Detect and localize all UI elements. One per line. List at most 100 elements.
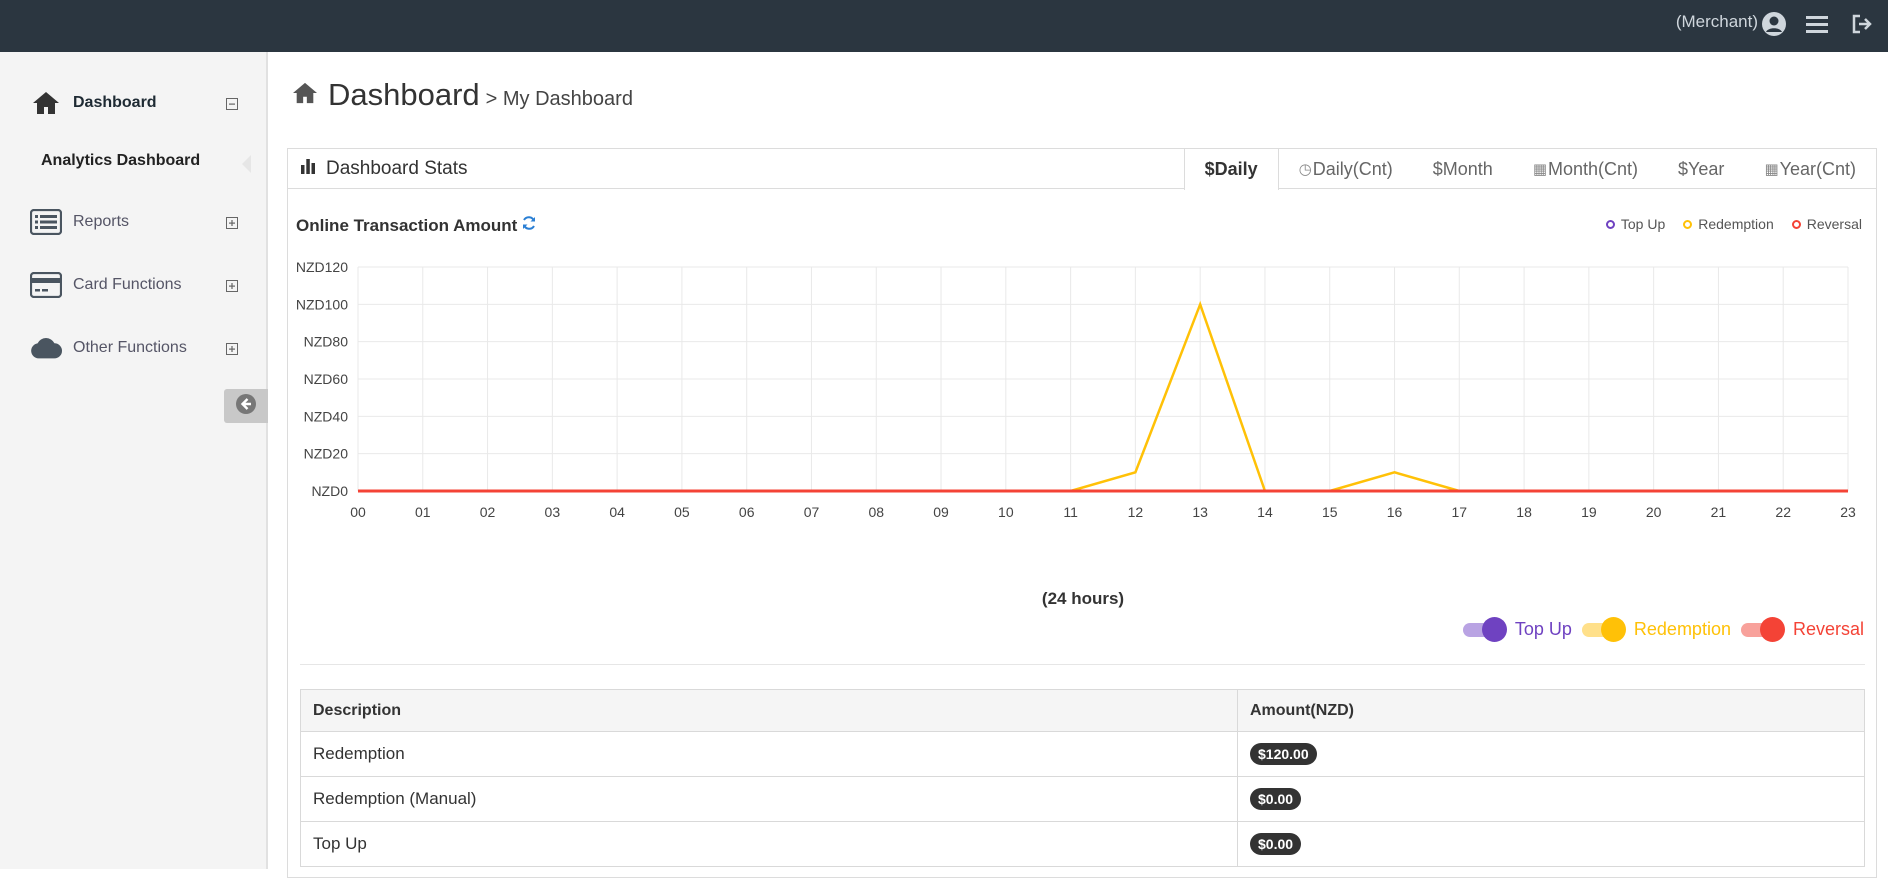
x-tick-label: 02 [480, 504, 496, 520]
legend-label: Reversal [1806, 216, 1862, 232]
merchant-label[interactable]: (Merchant) [1676, 12, 1758, 32]
legend-item-topup[interactable]: Top Up [1605, 216, 1666, 232]
x-tick-label: 20 [1646, 504, 1662, 520]
column-header-description: Description [300, 689, 1238, 732]
toggle-switch[interactable] [1462, 617, 1507, 642]
table-row: Top Up $0.00 [300, 821, 1865, 867]
y-tick-label: NZD100 [296, 296, 348, 312]
x-tick-label: 12 [1128, 504, 1144, 520]
legend-marker [1605, 219, 1615, 229]
collapse-minus-icon[interactable] [226, 97, 238, 110]
y-tick-label: NZD60 [304, 371, 349, 387]
x-tick-label: 01 [415, 504, 431, 520]
sidebar-item-label: Other Functions [73, 339, 187, 356]
x-tick-label: 16 [1387, 504, 1403, 520]
toggle-switch[interactable] [1581, 617, 1626, 642]
y-tick-label: NZD40 [304, 408, 349, 424]
cell-description: Top Up [300, 821, 1238, 867]
x-tick-label: 15 [1322, 504, 1338, 520]
sidebar-item-label: Card Functions [73, 276, 182, 293]
cloud-icon [30, 334, 62, 362]
hamburger-menu-icon[interactable] [1803, 10, 1831, 38]
cell-amount: $0.00 [1237, 821, 1865, 867]
active-caret [242, 155, 251, 173]
sidebar-item-label: Dashboard [73, 94, 157, 111]
dashboard-stats-panel: Dashboard Stats $Daily ◷ Daily(Cnt) $Mont… [287, 148, 1877, 878]
toggle-topup[interactable]: Top Up [1462, 617, 1572, 642]
x-tick-label: 17 [1452, 504, 1468, 520]
x-tick-label: 23 [1840, 504, 1856, 520]
sidebar-item-other-functions[interactable]: Other Functions [0, 326, 268, 370]
x-tick-label: 08 [868, 504, 884, 520]
tab-label: $Year [1678, 158, 1725, 179]
tab-daily-count[interactable]: ◷ Daily(Cnt) [1279, 149, 1413, 189]
x-tick-label: 05 [674, 504, 690, 520]
calendar-icon: ▦ [1764, 161, 1779, 178]
cell-amount: $120.00 [1237, 731, 1865, 777]
sidebar-item-reports[interactable]: Reports [0, 200, 268, 244]
home-icon [292, 81, 318, 110]
tab-daily-amount[interactable]: $Daily [1183, 149, 1279, 190]
panel-title: Dashboard Stats [300, 158, 468, 180]
logout-icon[interactable] [1848, 10, 1876, 38]
tab-label: Daily(Cnt) [1312, 158, 1393, 179]
table-row: Redemption $120.00 [300, 731, 1865, 777]
top-navbar: (Merchant) [0, 0, 1888, 52]
column-header-amount: Amount(NZD) [1237, 689, 1865, 732]
amount-badge: $120.00 [1250, 743, 1317, 765]
expand-plus-icon[interactable] [226, 216, 238, 229]
sidebar-subitem-analytics-dashboard[interactable]: Analytics Dashboard [41, 152, 200, 170]
tab-month-amount[interactable]: $Month [1413, 149, 1513, 189]
legend-label: Top Up [1620, 216, 1666, 232]
panel-header: Dashboard Stats $Daily ◷ Daily(Cnt) $Mont… [288, 149, 1876, 190]
legend-label: Redemption [1698, 216, 1774, 232]
x-tick-label: 10 [998, 504, 1014, 520]
x-tick-label: 11 [1063, 504, 1078, 520]
list-icon [30, 208, 62, 236]
refresh-icon[interactable] [521, 215, 537, 236]
arrow-left-circle-icon [235, 393, 257, 420]
tab-year-amount[interactable]: $Year [1658, 149, 1744, 189]
x-tick-label: 04 [609, 504, 625, 520]
legend-item-reversal[interactable]: Reversal [1791, 216, 1862, 232]
line-chart: NZD0 NZD20 NZD40 NZD60 NZD80 NZD100 NZD120 00 01… [296, 259, 1856, 520]
x-tick-label: 13 [1192, 504, 1208, 520]
x-tick-label: 07 [804, 504, 820, 520]
y-tick-label: NZD120 [296, 259, 348, 275]
x-tick-label: 22 [1775, 504, 1791, 520]
table-header-row: Description Amount(NZD) [300, 689, 1865, 732]
amount-badge: $0.00 [1250, 833, 1302, 855]
x-tick-label: 06 [739, 504, 755, 520]
y-tick-label: NZD20 [304, 446, 349, 462]
summary-table: Description Amount(NZD) Redemption $120.… [300, 689, 1865, 867]
expand-plus-icon[interactable] [226, 342, 238, 355]
legend-item-redemption[interactable]: Redemption [1683, 216, 1774, 232]
toggle-label: Top Up [1514, 618, 1572, 639]
credit-card-icon [30, 271, 62, 299]
x-tick-label: 18 [1516, 504, 1532, 520]
amount-badge: $0.00 [1250, 788, 1302, 810]
tab-year-count[interactable]: ▦ Year(Cnt) [1744, 149, 1876, 189]
home-icon [30, 89, 62, 117]
toggle-switch[interactable] [1740, 617, 1785, 642]
sidebar-item-dashboard[interactable]: Dashboard [0, 81, 268, 125]
calendar-icon: ▦ [1532, 161, 1548, 178]
chart-title-text: Online Transaction Amount [296, 215, 518, 235]
table-row: Redemption (Manual) $0.00 [300, 776, 1865, 822]
toggle-redemption[interactable]: Redemption [1581, 617, 1731, 642]
toggle-label: Reversal [1792, 618, 1864, 639]
legend-marker [1683, 219, 1693, 229]
user-circle-icon[interactable] [1760, 10, 1788, 38]
cell-description: Redemption (Manual) [300, 776, 1238, 822]
sidebar-item-card-functions[interactable]: Card Functions [0, 263, 268, 307]
period-tabs: $Daily ◷ Daily(Cnt) $Month ▦ Month(Cnt) $Y… [1183, 149, 1876, 190]
tab-label: Year(Cnt) [1779, 158, 1856, 179]
chart-legend: Top Up Redemption Reversal [1588, 216, 1862, 232]
page-title: Dashboard > My Dashboard [292, 77, 633, 113]
tab-month-count[interactable]: ▦ Month(Cnt) [1513, 149, 1658, 189]
y-tick-label: NZD0 [311, 483, 348, 499]
expand-plus-icon[interactable] [226, 279, 238, 292]
sidebar-collapse-button[interactable] [224, 389, 268, 423]
toggle-reversal[interactable]: Reversal [1740, 617, 1864, 642]
x-tick-label: 14 [1257, 504, 1273, 520]
